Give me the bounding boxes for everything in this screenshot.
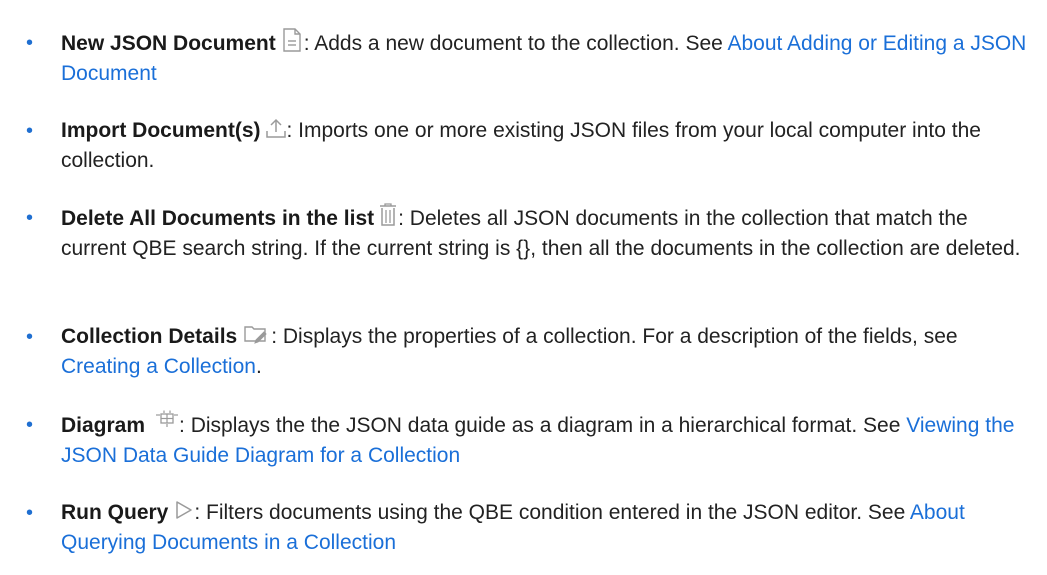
bullet: • [26, 326, 34, 348]
document-page: • New JSON Document : Adds a new documen… [0, 0, 1047, 575]
diagram-icon [155, 410, 179, 428]
bullet: • [26, 414, 34, 436]
item-label: Run Query [61, 501, 169, 524]
bullet: • [26, 32, 34, 54]
item-text: Import Document(s) : Imports one or more… [61, 116, 1031, 176]
item-label: New JSON Document [61, 32, 276, 55]
link-creating-collection[interactable]: Creating a Collection [61, 355, 256, 378]
bullet: • [26, 120, 34, 142]
new-document-icon [282, 28, 302, 52]
item-text: Run Query : Filters documents using the … [61, 498, 1031, 558]
item-label: Diagram [61, 414, 146, 437]
play-icon [174, 499, 194, 521]
item-tail: . [255, 355, 262, 378]
item-description: : Adds a new document to the collection.… [303, 32, 728, 55]
item-text: Collection Details : Displays the proper… [61, 322, 1031, 382]
item-description: : Filters documents using the QBE condit… [194, 501, 910, 524]
item-label: Import Document(s) [61, 119, 261, 142]
item-text: Delete All Documents in the list : Delet… [61, 203, 1031, 264]
folder-edit-icon [243, 323, 269, 345]
bullet: • [26, 502, 34, 524]
item-label: Collection Details [61, 325, 238, 348]
bullet: • [26, 207, 34, 229]
trash-icon [378, 203, 398, 227]
item-description: : Displays the the JSON data guide as a … [179, 414, 907, 437]
item-text: New JSON Document : Adds a new document … [61, 28, 1031, 89]
upload-icon [265, 117, 287, 139]
item-text: Diagram : Displays the the JSON data gui… [61, 410, 1031, 471]
item-description: : Displays the properties of a collectio… [271, 325, 958, 348]
item-label: Delete All Documents in the list [61, 207, 375, 230]
